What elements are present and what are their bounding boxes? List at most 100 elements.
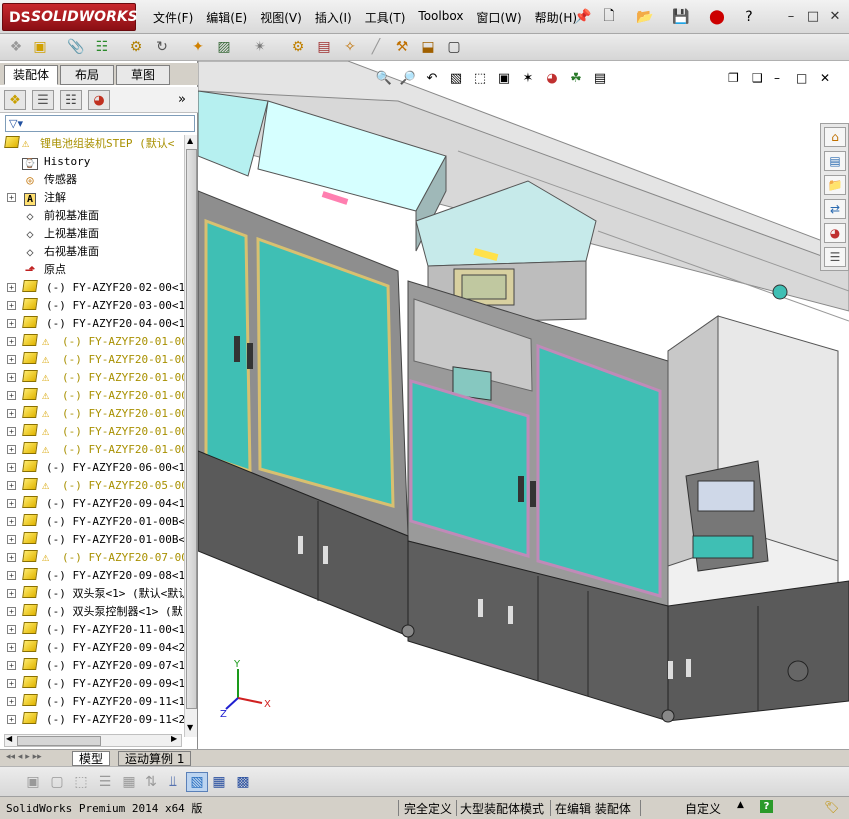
- feature-tree-icon[interactable]: ❖: [4, 90, 26, 110]
- expand-icon[interactable]: +: [7, 679, 16, 688]
- chart-icon[interactable]: ⫫: [162, 772, 184, 792]
- tree-item[interactable]: + A 注解: [0, 189, 184, 207]
- tree-item[interactable]: + ⚠ (-) FY-AZYF20-07-00<: [0, 549, 184, 567]
- file-explorer-icon[interactable]: 📁: [824, 175, 846, 195]
- expand-icon[interactable]: +: [7, 481, 16, 490]
- tree-item[interactable]: + (-) FY-AZYF20-04-00<1>: [0, 315, 184, 333]
- section-view-icon[interactable]: ▧: [446, 69, 466, 87]
- units-dropdown-arrow-icon[interactable]: ▲: [737, 800, 744, 810]
- expand-icon[interactable]: +: [7, 571, 16, 580]
- help-icon[interactable]: ?: [740, 8, 758, 26]
- tree-item[interactable]: + ⚠ (-) FY-AZYF20-01-00<: [0, 387, 184, 405]
- grid-icon[interactable]: ▦: [118, 772, 140, 792]
- expand-icon[interactable]: +: [7, 607, 16, 616]
- home-icon[interactable]: ⌂: [824, 127, 846, 147]
- expand-icon[interactable]: +: [7, 535, 16, 544]
- configuration-manager-icon[interactable]: ☷: [60, 90, 82, 110]
- property-manager-icon[interactable]: ☰: [32, 90, 54, 110]
- expand-icon[interactable]: +: [7, 319, 16, 328]
- scroll-left-icon[interactable]: ◀: [6, 734, 12, 743]
- expand-icon[interactable]: +: [7, 661, 16, 670]
- expand-icon[interactable]: +: [7, 625, 16, 634]
- tree-item[interactable]: + ⚠ (-) FY-AZYF20-01-00<: [0, 423, 184, 441]
- tree-filter-input[interactable]: ▽▾: [5, 115, 195, 132]
- tree-item[interactable]: + ⚠ (-) FY-AZYF20-05-00<: [0, 477, 184, 495]
- tree-vertical-scrollbar[interactable]: ▲ ▼: [184, 135, 197, 737]
- expand-icon[interactable]: +: [7, 373, 16, 382]
- expand-icon[interactable]: +: [7, 301, 16, 310]
- wireframe-icon[interactable]: ▢: [46, 772, 68, 792]
- expand-icon[interactable]: +: [7, 463, 16, 472]
- design-library-icon[interactable]: ▤: [824, 151, 846, 171]
- viewport-split-icon[interactable]: ❑: [752, 71, 763, 85]
- zoom-area-icon[interactable]: 🔎: [398, 69, 418, 87]
- expand-icon[interactable]: +: [7, 445, 16, 454]
- tree-item[interactable]: + (-) FY-AZYF20-09-08<1>: [0, 567, 184, 585]
- clearance-icon[interactable]: ⬓: [418, 38, 438, 56]
- tree-item[interactable]: + ⚠ (-) FY-AZYF20-01-00<: [0, 405, 184, 423]
- new-document-icon[interactable]: 🗋: [600, 8, 618, 26]
- minimize-icon[interactable]: –: [783, 9, 799, 24]
- menu-toolbox[interactable]: Toolbox: [413, 9, 471, 26]
- shaded-icon[interactable]: ▣: [22, 772, 44, 792]
- scroll-down-icon[interactable]: ▼: [187, 723, 193, 732]
- menu-view[interactable]: 视图(V): [255, 9, 310, 26]
- scroll-thumb[interactable]: [186, 149, 197, 709]
- expand-icon[interactable]: +: [7, 553, 16, 562]
- instant3d-icon[interactable]: ▢: [444, 38, 464, 56]
- tree-item[interactable]: + ⚠ (-) FY-AZYF20-01-00<: [0, 351, 184, 369]
- tree-item[interactable]: ⌚ History: [0, 153, 184, 171]
- menu-edit[interactable]: 编辑(E): [201, 9, 255, 26]
- reference-geometry-icon[interactable]: ✴: [250, 38, 270, 56]
- scroll-up-icon[interactable]: ▲: [187, 136, 193, 145]
- bill-of-materials-icon[interactable]: ▤: [314, 38, 334, 56]
- mate-icon[interactable]: 📎: [66, 38, 86, 56]
- tab-motion-study[interactable]: 运动算例 1: [118, 751, 192, 766]
- expand-icon[interactable]: +: [7, 391, 16, 400]
- solidworks-logo[interactable]: DS SOLIDWORKS: [2, 3, 138, 31]
- help-status-icon[interactable]: ?: [760, 800, 773, 813]
- tree-item[interactable]: + (-) 双头泵控制器<1> (默: [0, 603, 184, 621]
- tree-item[interactable]: + (-) FY-AZYF20-09-11<1>: [0, 693, 184, 711]
- snap-icon[interactable]: ⇅: [140, 772, 162, 792]
- tree-item[interactable]: + (-) FY-AZYF20-11-00<1>: [0, 621, 184, 639]
- table-icon[interactable]: ▦: [208, 772, 230, 792]
- tree-item[interactable]: + (-) FY-AZYF20-09-09<1>: [0, 675, 184, 693]
- menu-tools[interactable]: 工具(T): [360, 9, 414, 26]
- tree-item[interactable]: + (-) FY-AZYF20-06-00<1>: [0, 459, 184, 477]
- display-style-icon[interactable]: ▣: [494, 69, 514, 87]
- tree-item[interactable]: + (-) 双头泵<1> (默认<默认: [0, 585, 184, 603]
- previous-view-icon[interactable]: ↶: [422, 69, 442, 87]
- expand-icon[interactable]: +: [7, 355, 16, 364]
- list-icon[interactable]: ☰: [94, 772, 116, 792]
- expand-icon[interactable]: +: [7, 337, 16, 346]
- scroll-right-icon[interactable]: ▶: [171, 734, 177, 743]
- pin-icon[interactable]: 📌: [574, 8, 592, 26]
- tree-item[interactable]: + ⚠ (-) FY-AZYF20-01-00<: [0, 333, 184, 351]
- custom-properties-icon[interactable]: ☰: [824, 247, 846, 267]
- move-component-icon[interactable]: ↻: [152, 38, 172, 56]
- view-orientation-icon[interactable]: ⬚: [470, 69, 490, 87]
- tree-item[interactable]: + (-) FY-AZYF20-09-11<2>: [0, 711, 184, 729]
- zoom-to-fit-icon[interactable]: 🔍: [374, 69, 394, 87]
- viewport-minimize-icon[interactable]: –: [774, 71, 780, 85]
- horizontal-scroll-thumb[interactable]: [17, 736, 101, 746]
- render-icon[interactable]: ▩: [232, 772, 254, 792]
- viewport-close-icon[interactable]: ✕: [820, 71, 830, 85]
- open-folder-icon[interactable]: 📂: [636, 8, 654, 26]
- expand-icon[interactable]: +: [7, 643, 16, 652]
- units-custom-dropdown[interactable]: 自定义: [685, 800, 721, 817]
- insert-component-icon[interactable]: ❖: [6, 38, 26, 56]
- expand-icon[interactable]: +: [7, 409, 16, 418]
- tag-icon[interactable]: 🏷: [824, 800, 839, 814]
- expand-icon[interactable]: +: [7, 499, 16, 508]
- interference-detection-icon[interactable]: ⚒: [392, 38, 412, 56]
- tree-item[interactable]: + (-) FY-AZYF20-01-00B<2>: [0, 531, 184, 549]
- tree-item[interactable]: + ⚠ (-) FY-AZYF20-01-00<: [0, 441, 184, 459]
- tree-item[interactable]: + (-) FY-AZYF20-01-00B<1>: [0, 513, 184, 531]
- hidden-lines-icon[interactable]: ⬚: [70, 772, 92, 792]
- hide-show-items-icon[interactable]: ✶: [518, 69, 538, 87]
- chevron-right-icon[interactable]: »: [178, 92, 186, 107]
- viewport-tile-icon[interactable]: ❐: [728, 71, 739, 85]
- tree-item[interactable]: + (-) FY-AZYF20-09-07<1>: [0, 657, 184, 675]
